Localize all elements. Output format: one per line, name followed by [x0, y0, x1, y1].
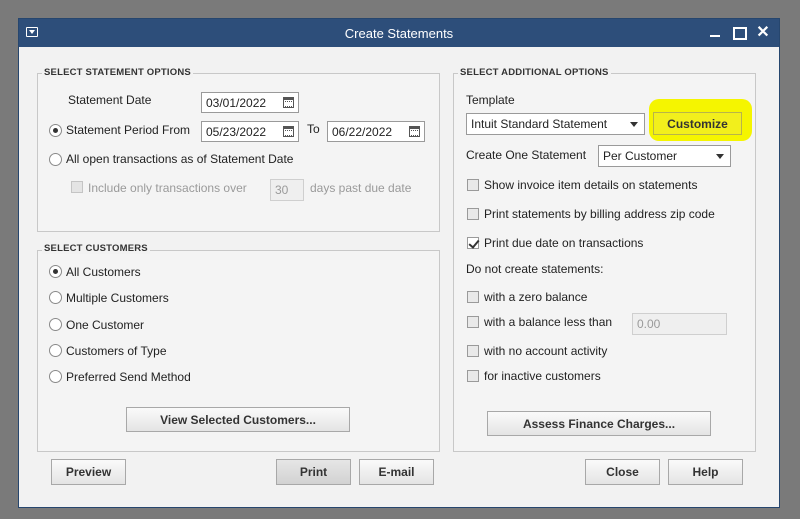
maximize-icon[interactable] [731, 25, 747, 41]
template-value: Intuit Standard Statement [471, 117, 608, 131]
window-title: Create Statements [344, 26, 454, 41]
option-label: for inactive customers [484, 369, 601, 383]
option-label: with no account activity [484, 344, 608, 358]
include-over-checkbox[interactable] [71, 181, 83, 193]
all-customers-radio[interactable] [49, 265, 62, 278]
customize-button[interactable]: Customize [653, 112, 742, 135]
create-one-select[interactable]: Per Customer [598, 145, 731, 167]
create-one-value: Per Customer [603, 149, 678, 163]
option-label: with a zero balance [484, 290, 588, 304]
all-open-label: All open transactions as of Statement Da… [66, 152, 294, 166]
close-button[interactable]: Close [585, 459, 660, 485]
minimize-icon[interactable] [707, 25, 723, 41]
chevron-down-icon [630, 122, 638, 127]
statement-date-label: Statement Date [68, 93, 152, 107]
period-from-label: Statement Period From [66, 123, 191, 137]
preview-button[interactable]: Preview [51, 459, 126, 485]
calendar-icon[interactable] [283, 97, 294, 108]
inactive-customers-checkbox[interactable] [467, 370, 479, 382]
days-value: 30 [275, 183, 289, 197]
preferred-send-radio[interactable] [49, 370, 62, 383]
customers-of-type-radio[interactable] [49, 344, 62, 357]
template-select[interactable]: Intuit Standard Statement [466, 113, 645, 135]
period-to-value: 06/22/2022 [332, 125, 393, 139]
period-radio[interactable] [49, 124, 62, 137]
balance-less-than-value: 0.00 [637, 317, 661, 331]
option-label: with a balance less than [484, 315, 613, 329]
customer-option-label: Customers of Type [66, 344, 167, 358]
days-field[interactable]: 30 [270, 179, 304, 201]
option-label: Print due date on transactions [484, 236, 644, 250]
option-label: Print statements by billing address zip … [484, 207, 715, 221]
customer-option-label: All Customers [66, 265, 141, 279]
balance-less-than-checkbox[interactable] [467, 316, 479, 328]
additional-options-title: SELECT ADDITIONAL OPTIONS [458, 67, 611, 78]
show-invoice-details-checkbox[interactable] [467, 179, 479, 191]
template-label: Template [466, 93, 515, 107]
option-label: Show invoice item details on statements [484, 178, 698, 192]
one-customer-radio[interactable] [49, 318, 62, 331]
chevron-down-icon [716, 154, 724, 159]
zero-balance-checkbox[interactable] [467, 291, 479, 303]
customer-option-label: Preferred Send Method [66, 370, 191, 384]
period-from-field[interactable]: 05/23/2022 [201, 121, 299, 142]
help-button[interactable]: Help [668, 459, 743, 485]
include-over-label: Include only transactions over [88, 181, 247, 195]
due-date-checkbox[interactable] [467, 237, 479, 249]
view-selected-customers-button[interactable]: View Selected Customers... [126, 407, 350, 432]
print-button[interactable]: Print [276, 459, 351, 485]
title-bar: Create Statements ✕ [19, 19, 779, 47]
zip-code-checkbox[interactable] [467, 208, 479, 220]
calendar-icon[interactable] [409, 126, 420, 137]
to-label: To [307, 122, 320, 136]
customers-title: SELECT CUSTOMERS [42, 243, 150, 254]
period-to-field[interactable]: 06/22/2022 [327, 121, 425, 142]
customer-option-label: One Customer [66, 318, 145, 332]
days-label: days past due date [310, 181, 412, 195]
statement-date-field[interactable]: 03/01/2022 [201, 92, 299, 113]
assess-finance-charges-button[interactable]: Assess Finance Charges... [487, 411, 711, 436]
balance-less-than-field[interactable]: 0.00 [632, 313, 727, 335]
calendar-icon[interactable] [283, 126, 294, 137]
do-not-create-label: Do not create statements: [466, 262, 604, 276]
close-icon[interactable]: ✕ [755, 25, 771, 41]
email-button[interactable]: E-mail [359, 459, 434, 485]
create-one-label: Create One Statement [466, 148, 587, 162]
no-activity-checkbox[interactable] [467, 345, 479, 357]
statement-date-value: 03/01/2022 [206, 96, 267, 110]
customer-option-label: Multiple Customers [66, 291, 169, 305]
statement-options-title: SELECT STATEMENT OPTIONS [42, 67, 193, 78]
multiple-customers-radio[interactable] [49, 291, 62, 304]
period-from-value: 05/23/2022 [206, 125, 267, 139]
all-open-radio[interactable] [49, 153, 62, 166]
